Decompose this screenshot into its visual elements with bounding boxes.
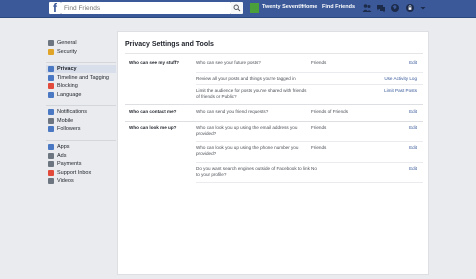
apps-icon [48, 144, 54, 150]
ads-icon [48, 152, 54, 159]
setting-action-link[interactable]: Edit [409, 145, 417, 150]
followers-icon [48, 126, 54, 133]
sidebar-item-label: Language [57, 91, 82, 98]
setting-action-link[interactable]: Edit [409, 166, 417, 171]
setting-value: No [311, 166, 317, 171]
setting-question: Who can see your future posts? [196, 60, 261, 65]
setting-question: Who can look you up using the email addr… [196, 125, 298, 136]
globe-icon [48, 109, 54, 115]
lock-icon [48, 66, 54, 72]
shield-icon [48, 48, 54, 55]
sidebar-item-label: Blocking [57, 83, 78, 90]
sidebar-divider [46, 62, 116, 63]
sidebar-item-payments[interactable]: Payments [46, 160, 116, 168]
sidebar-item-label: Apps [57, 144, 70, 150]
sidebar-item-label: Followers [57, 126, 81, 133]
privacy-panel: Privacy Settings and Tools Who can see m… [117, 31, 429, 275]
notifications-globe-icon[interactable] [390, 3, 400, 13]
sidebar-item-mobile[interactable]: Mobile [46, 117, 116, 125]
row-divider [196, 141, 423, 142]
setting-value: Friends [311, 60, 327, 65]
sidebar-item-blocking[interactable]: Blocking [46, 82, 116, 90]
divider [125, 53, 423, 54]
sidebar-item-language[interactable]: Language [46, 91, 116, 99]
setting-question: Who can look you up using the phone numb… [196, 145, 299, 156]
row-divider [125, 104, 423, 105]
privacy-shortcuts-icon[interactable] [405, 3, 415, 13]
sidebar-item-general[interactable]: General [46, 39, 116, 47]
sidebar-item-apps[interactable]: Apps [46, 143, 116, 151]
account-menu-caret-icon[interactable] [418, 3, 428, 13]
profile-link[interactable]: Twenty Seventh [262, 4, 303, 10]
language-icon [48, 91, 54, 98]
sidebar-item-ads[interactable]: Ads [46, 152, 116, 160]
sidebar-item-label: Ads [57, 152, 67, 159]
setting-action-link[interactable]: Use Activity Log [384, 76, 417, 81]
section-label: Who can look me up? [129, 125, 177, 130]
search-input[interactable] [61, 2, 231, 14]
sidebar-item-security[interactable]: Security [46, 48, 116, 56]
find-friends-link[interactable]: Find Friends [322, 4, 355, 10]
gear-icon [48, 40, 54, 46]
sidebar-item-label: Security [57, 48, 77, 55]
sidebar-divider [46, 140, 116, 141]
sidebar-item-support-inbox[interactable]: Support Inbox [46, 169, 116, 177]
setting-value: Friends [311, 145, 327, 150]
videos-icon [48, 178, 54, 185]
sidebar-item-timeline-and-tagging[interactable]: Timeline and Tagging [46, 74, 116, 82]
timeline-icon [48, 74, 54, 81]
setting-question: Review all your posts and things you're … [196, 76, 296, 81]
setting-action-link[interactable]: Edit [409, 60, 417, 65]
setting-action-link[interactable]: Edit [409, 109, 417, 114]
sidebar-item-followers[interactable]: Followers [46, 125, 116, 133]
messages-icon[interactable] [376, 3, 386, 13]
home-link[interactable]: Home [302, 4, 317, 10]
sidebar-item-label: Payments [57, 161, 82, 168]
search-button[interactable] [231, 2, 243, 14]
top-bar: f Twenty Seventh Home Find Friends [0, 0, 476, 18]
payments-icon [48, 161, 54, 168]
sidebar-item-label: Mobile [57, 117, 74, 124]
sidebar-item-label: Privacy [57, 66, 77, 72]
row-divider [196, 162, 423, 163]
sidebar-item-videos[interactable]: Videos [46, 177, 116, 185]
sidebar-item-label: Videos [57, 178, 74, 185]
block-icon [48, 83, 54, 90]
search-icon [233, 4, 241, 12]
friend-requests-icon[interactable] [362, 3, 372, 13]
setting-value: Friends [311, 125, 327, 130]
sidebar-divider [46, 105, 116, 106]
sidebar-item-notifications[interactable]: Notifications [46, 108, 116, 116]
sidebar-item-label: Support Inbox [57, 169, 92, 176]
sidebar-item-label: Timeline and Tagging [57, 74, 109, 81]
section-label: Who can contact me? [129, 109, 177, 114]
row-divider [196, 84, 423, 85]
support-icon [48, 169, 54, 176]
row-divider [196, 182, 423, 183]
setting-question: Limit the audience for posts you've shar… [196, 88, 307, 99]
setting-value: Friends of Friends [311, 109, 349, 114]
setting-question: Who can send you friend requests? [196, 109, 269, 114]
sidebar-item-label: General [57, 40, 77, 46]
page-title: Privacy Settings and Tools [125, 41, 214, 48]
avatar[interactable] [250, 3, 259, 13]
section-label: Who can see my stuff? [129, 60, 180, 65]
row-divider [196, 72, 423, 73]
setting-action-link[interactable]: Limit Past Posts [384, 88, 417, 93]
row-divider [125, 121, 423, 122]
sidebar-item-label: Notifications [57, 109, 87, 115]
setting-action-link[interactable]: Edit [409, 125, 417, 130]
facebook-logo[interactable]: f [49, 2, 61, 15]
setting-question: Do you want search engines outside of Fa… [196, 166, 310, 177]
mobile-icon [48, 117, 54, 124]
sidebar-item-privacy[interactable]: Privacy [46, 65, 116, 73]
